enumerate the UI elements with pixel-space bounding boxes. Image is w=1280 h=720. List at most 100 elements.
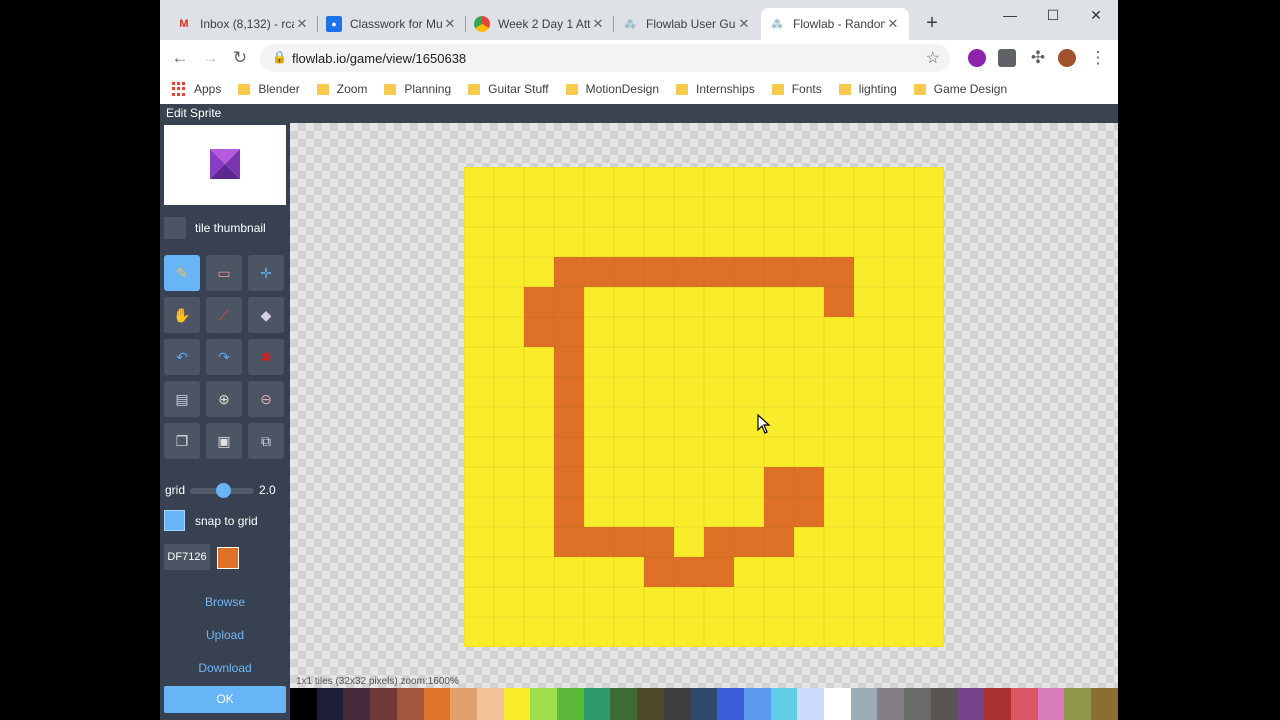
color-hex-input[interactable]: DF7126 (164, 544, 210, 570)
palette-swatch[interactable] (450, 688, 477, 720)
palette-swatch[interactable] (663, 688, 691, 720)
palette-swatch[interactable] (343, 688, 371, 720)
bookmark-folder[interactable]: Fonts (771, 82, 822, 96)
close-icon[interactable]: ✕ (590, 16, 606, 32)
upload-link[interactable]: Upload (160, 628, 290, 642)
undo-tool[interactable]: ↶ (164, 339, 200, 375)
palette-swatch[interactable] (877, 688, 905, 720)
hand-tool[interactable]: ✋ (164, 297, 200, 333)
palette-swatch[interactable] (1064, 688, 1092, 720)
extension-icon[interactable] (968, 49, 986, 67)
palette-swatch[interactable] (957, 688, 985, 720)
close-icon[interactable]: ✕ (442, 16, 458, 32)
reload-button[interactable]: ↻ (228, 46, 252, 70)
download-link[interactable]: Download (160, 661, 290, 675)
palette-swatch[interactable] (1037, 688, 1065, 720)
palette-swatch[interactable] (770, 688, 798, 720)
palette-swatch[interactable] (530, 688, 558, 720)
palette-swatch[interactable] (316, 688, 344, 720)
sprite-pixel (524, 287, 554, 317)
redo-tool[interactable]: ↷ (206, 339, 242, 375)
palette-swatch[interactable] (690, 688, 718, 720)
bookmark-label: Apps (194, 82, 222, 96)
move-tool[interactable]: ✛ (248, 255, 284, 291)
palette-swatch[interactable] (610, 688, 638, 720)
palette-swatch[interactable] (904, 688, 931, 720)
drawing-canvas[interactable]: 1x1 tiles (32x32 pixels) zoom:1600% (290, 123, 1118, 698)
palette-swatch[interactable] (717, 688, 744, 720)
copy-tool[interactable]: ❐ (164, 423, 200, 459)
bookmark-folder[interactable]: Internships (676, 82, 755, 96)
palette-swatch[interactable] (743, 688, 771, 720)
palette-swatch[interactable] (583, 688, 611, 720)
palette-swatch[interactable] (637, 688, 664, 720)
palette-swatch[interactable] (423, 688, 451, 720)
resize-tool[interactable]: ⧉ (248, 423, 284, 459)
bookmark-folder[interactable]: lighting (838, 82, 897, 96)
close-window-button[interactable]: ✕ (1076, 4, 1116, 26)
grid-slider-handle[interactable] (216, 483, 231, 498)
bookmark-apps[interactable]: Apps (172, 82, 221, 96)
url-text[interactable]: flowlab.io/game/view/1650638 (292, 51, 466, 66)
palette-swatch[interactable] (290, 688, 317, 720)
paste-tool[interactable]: ▣ (206, 423, 242, 459)
back-button[interactable]: ← (168, 46, 192, 70)
snap-to-grid-toggle[interactable]: snap to grid (164, 510, 258, 531)
tab-classroom[interactable]: ● Classwork for Mu ✕ (318, 8, 466, 40)
current-color-swatch[interactable] (217, 547, 239, 569)
palette-swatch[interactable] (824, 688, 851, 720)
fill-tool[interactable]: ◆ (248, 297, 284, 333)
palette-swatch[interactable] (984, 688, 1011, 720)
palette-swatch[interactable] (930, 688, 958, 720)
palette-swatch[interactable] (396, 688, 424, 720)
film-tool[interactable]: ▤ (164, 381, 200, 417)
tile-thumbnail-toggle[interactable]: tile thumbnail (164, 216, 286, 240)
close-icon[interactable]: ✕ (294, 16, 310, 32)
extension-badge-icon[interactable] (998, 49, 1016, 67)
eyedropper-tool[interactable]: ⟋ (206, 297, 242, 333)
pencil-tool[interactable]: ✎ (164, 255, 200, 291)
zoom-in-tool[interactable]: ⊕ (206, 381, 242, 417)
tab-flowlab-random[interactable]: ⁂ Flowlab - Random ✕ (761, 8, 909, 40)
tab-gmail[interactable]: M Inbox (8,132) - rca ✕ (168, 8, 318, 40)
bookmark-folder[interactable]: Zoom (316, 82, 368, 96)
tab-flowlab-guide[interactable]: ⁂ Flowlab User Guid ✕ (614, 8, 760, 40)
forward-button[interactable]: → (198, 46, 222, 70)
bookmark-label: Zoom (336, 82, 368, 96)
maximize-button[interactable]: ☐ (1033, 4, 1073, 26)
bookmark-folder[interactable]: Blender (238, 82, 300, 96)
tile-thumbnail-checkbox[interactable] (164, 217, 186, 239)
minimize-button[interactable]: — (990, 4, 1030, 26)
address-bar[interactable]: 🔒 flowlab.io/game/view/1650638 ☆ (260, 44, 950, 72)
ok-button[interactable]: OK (164, 686, 286, 713)
bookmark-folder[interactable]: Guitar Stuff (468, 82, 549, 96)
flowlab-icon: ⁂ (624, 18, 636, 31)
bookmark-folder[interactable]: Game Design (913, 82, 1007, 96)
clear-tool[interactable]: ✖ (248, 339, 284, 375)
bookmark-folder[interactable]: MotionDesign (565, 82, 659, 96)
palette-swatch[interactable] (557, 688, 584, 720)
menu-icon[interactable]: ⋮ (1086, 46, 1110, 70)
zoom-out-tool[interactable]: ⊖ (248, 381, 284, 417)
sprite-grid[interactable] (464, 167, 944, 647)
snap-checkbox[interactable] (164, 510, 185, 531)
palette-swatch[interactable] (370, 688, 397, 720)
palette-swatch[interactable] (476, 688, 504, 720)
palette-swatch[interactable] (797, 688, 825, 720)
new-tab-button[interactable]: + (920, 12, 944, 36)
browse-link[interactable]: Browse (160, 595, 290, 609)
eraser-tool[interactable]: ▭ (206, 255, 242, 291)
close-icon[interactable]: ✕ (736, 16, 752, 32)
tab-week2[interactable]: Week 2 Day 1 Att ✕ (466, 8, 614, 40)
bookmark-star-icon[interactable]: ☆ (926, 48, 940, 68)
avatar[interactable] (1058, 49, 1076, 67)
close-icon[interactable]: ✕ (885, 16, 901, 32)
bookmark-folder[interactable]: Planning (384, 82, 451, 96)
apps-grid-icon (172, 82, 186, 96)
palette-swatch[interactable] (503, 688, 531, 720)
palette-swatch[interactable] (1010, 688, 1038, 720)
palette-swatch[interactable] (850, 688, 878, 720)
puzzle-icon[interactable]: ✣ (1026, 46, 1050, 70)
palette-swatch[interactable] (1091, 688, 1118, 720)
sprite-pixel (764, 527, 794, 557)
